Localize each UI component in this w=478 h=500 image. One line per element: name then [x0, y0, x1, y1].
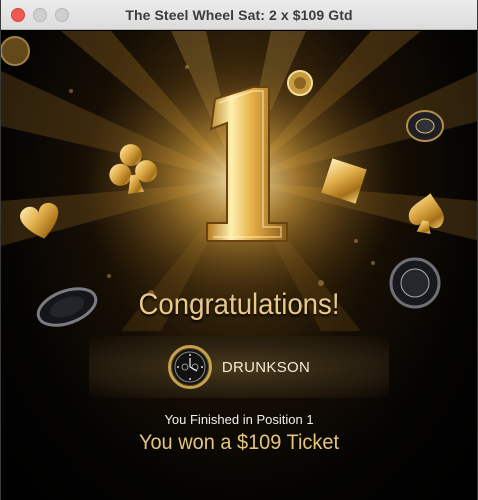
minimize-window-button[interactable]: [33, 8, 47, 22]
celebration-artwork: [1, 31, 477, 331]
zoom-window-button[interactable]: [55, 8, 69, 22]
gold-chip-icon: [1, 36, 30, 66]
tournament-result-window: The Steel Wheel Sat: 2 x $109 Gtd Congra…: [0, 0, 478, 500]
window-controls: [11, 8, 69, 22]
player-name: DRUNKSON: [221, 358, 311, 376]
player-avatar-clock-icon: [167, 345, 212, 389]
black-chip-icon: [406, 110, 444, 142]
title-bar[interactable]: The Steel Wheel Sat: 2 x $109 Gtd: [1, 0, 477, 30]
gold-chip-icon: [287, 70, 313, 96]
congratulations-heading: Congratulations!: [138, 288, 340, 321]
finish-position-text: You Finished in Position 1: [164, 412, 314, 427]
prize-text: You won a $109 Ticket: [138, 431, 340, 454]
player-banner: DRUNKSON: [89, 336, 389, 398]
celebration-panel: Congratulations! DRUNKSON You Finished i…: [1, 31, 477, 500]
window-title: The Steel Wheel Sat: 2 x $109 Gtd: [125, 6, 353, 23]
close-window-button[interactable]: [11, 8, 25, 22]
